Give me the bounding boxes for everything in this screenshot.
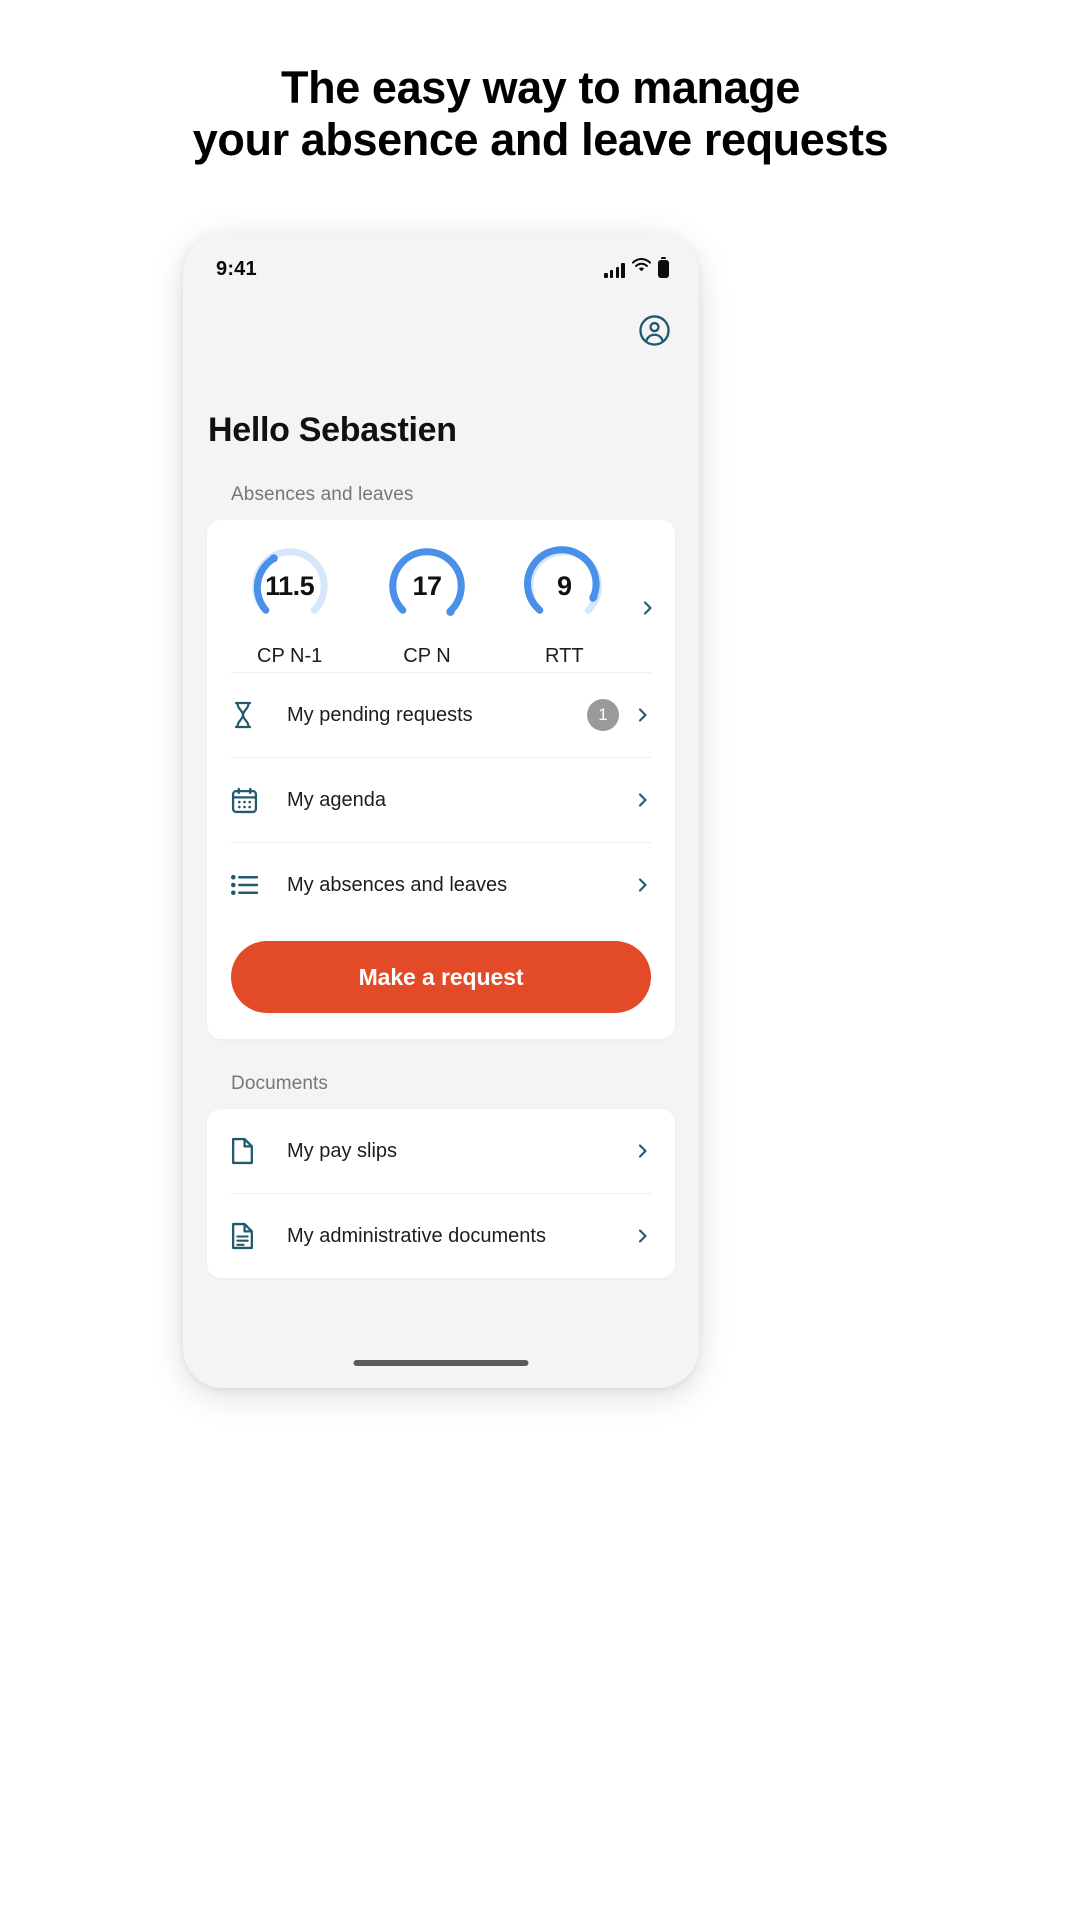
- account-circle-icon[interactable]: [638, 314, 671, 347]
- menu-label: My administrative documents: [287, 1224, 546, 1247]
- make-request-button[interactable]: Make a request: [231, 941, 651, 1013]
- menu-row-pending-requests[interactable]: My pending requests 1: [207, 673, 675, 757]
- cta-wrapper: Make a request: [207, 927, 675, 1039]
- menu-label: My pending requests: [287, 703, 473, 726]
- chevron-right-icon[interactable]: [635, 707, 651, 723]
- app-screen: Hello Sebastien Absences and leaves 11.5…: [183, 291, 699, 1388]
- promo-page: The easy way to manage your absence and …: [0, 0, 1081, 1920]
- menu-row-pay-slips[interactable]: My pay slips: [207, 1109, 675, 1193]
- gauges-row[interactable]: 11.5 CP N-1 17 CP N 9 RTT: [207, 520, 675, 672]
- wifi-icon: [632, 257, 651, 278]
- absences-card: 11.5 CP N-1 17 CP N 9 RTT My pending req…: [207, 520, 675, 1039]
- menu-row-administrative-documents[interactable]: My administrative documents: [207, 1194, 675, 1278]
- battery-icon: [658, 256, 669, 278]
- gauge-value: 11.5: [265, 570, 315, 601]
- menu-label: My agenda: [287, 788, 386, 811]
- gauge-label: CP N-1: [257, 645, 323, 667]
- gauge-value: 9: [557, 570, 572, 601]
- home-indicator: [353, 1360, 529, 1366]
- status-bar: 9:41: [183, 233, 699, 291]
- chevron-right-icon[interactable]: [635, 792, 651, 808]
- gauge-ring: 9: [520, 542, 608, 630]
- app-top-bar: [207, 291, 675, 369]
- gauge-rtt[interactable]: 9 RTT: [508, 542, 620, 668]
- phone-mockup: 9:41 Hello Sebastien Absences and leaves…: [183, 233, 699, 1388]
- gauge-ring: 11.5: [246, 542, 334, 630]
- menu-row-absences-list[interactable]: My absences and leaves: [207, 843, 675, 927]
- calendar-icon: [231, 787, 273, 814]
- gauge-label: CP N: [403, 645, 451, 667]
- chevron-right-icon[interactable]: [635, 877, 651, 893]
- gauge-ring: 17: [383, 542, 471, 630]
- menu-row-agenda[interactable]: My agenda: [207, 758, 675, 842]
- list-icon: [231, 874, 273, 896]
- hourglass-icon: [231, 701, 273, 729]
- status-time: 9:41: [216, 257, 257, 280]
- gauge-label: RTT: [545, 645, 584, 667]
- file-icon: [231, 1137, 273, 1165]
- gauge-cp-n[interactable]: 17 CP N: [371, 542, 483, 668]
- greeting-title: Hello Sebastien: [208, 411, 457, 449]
- page-title: The easy way to manage your absence and …: [0, 62, 1081, 166]
- chevron-right-icon[interactable]: [635, 1143, 651, 1159]
- menu-label: My absences and leaves: [287, 873, 508, 896]
- headline-line-1: The easy way to manage: [281, 62, 800, 113]
- status-badge: 1: [587, 699, 619, 731]
- gauge-value: 17: [412, 570, 442, 601]
- chevron-right-icon[interactable]: [633, 594, 663, 616]
- gauge-cp-n-1[interactable]: 11.5 CP N-1: [234, 542, 346, 668]
- documents-card: My pay slips My administrative documents: [207, 1109, 675, 1278]
- document-text-icon: [231, 1222, 273, 1250]
- status-icons: [604, 256, 669, 278]
- headline-line-2: your absence and leave requests: [192, 114, 889, 166]
- menu-label: My pay slips: [287, 1139, 398, 1162]
- chevron-right-icon[interactable]: [635, 1228, 651, 1244]
- gauges-group: 11.5 CP N-1 17 CP N 9 RTT: [221, 542, 633, 668]
- section-label-absences: Absences and leaves: [231, 484, 414, 505]
- section-label-documents: Documents: [231, 1073, 328, 1094]
- cellular-signal-icon: [604, 263, 625, 278]
